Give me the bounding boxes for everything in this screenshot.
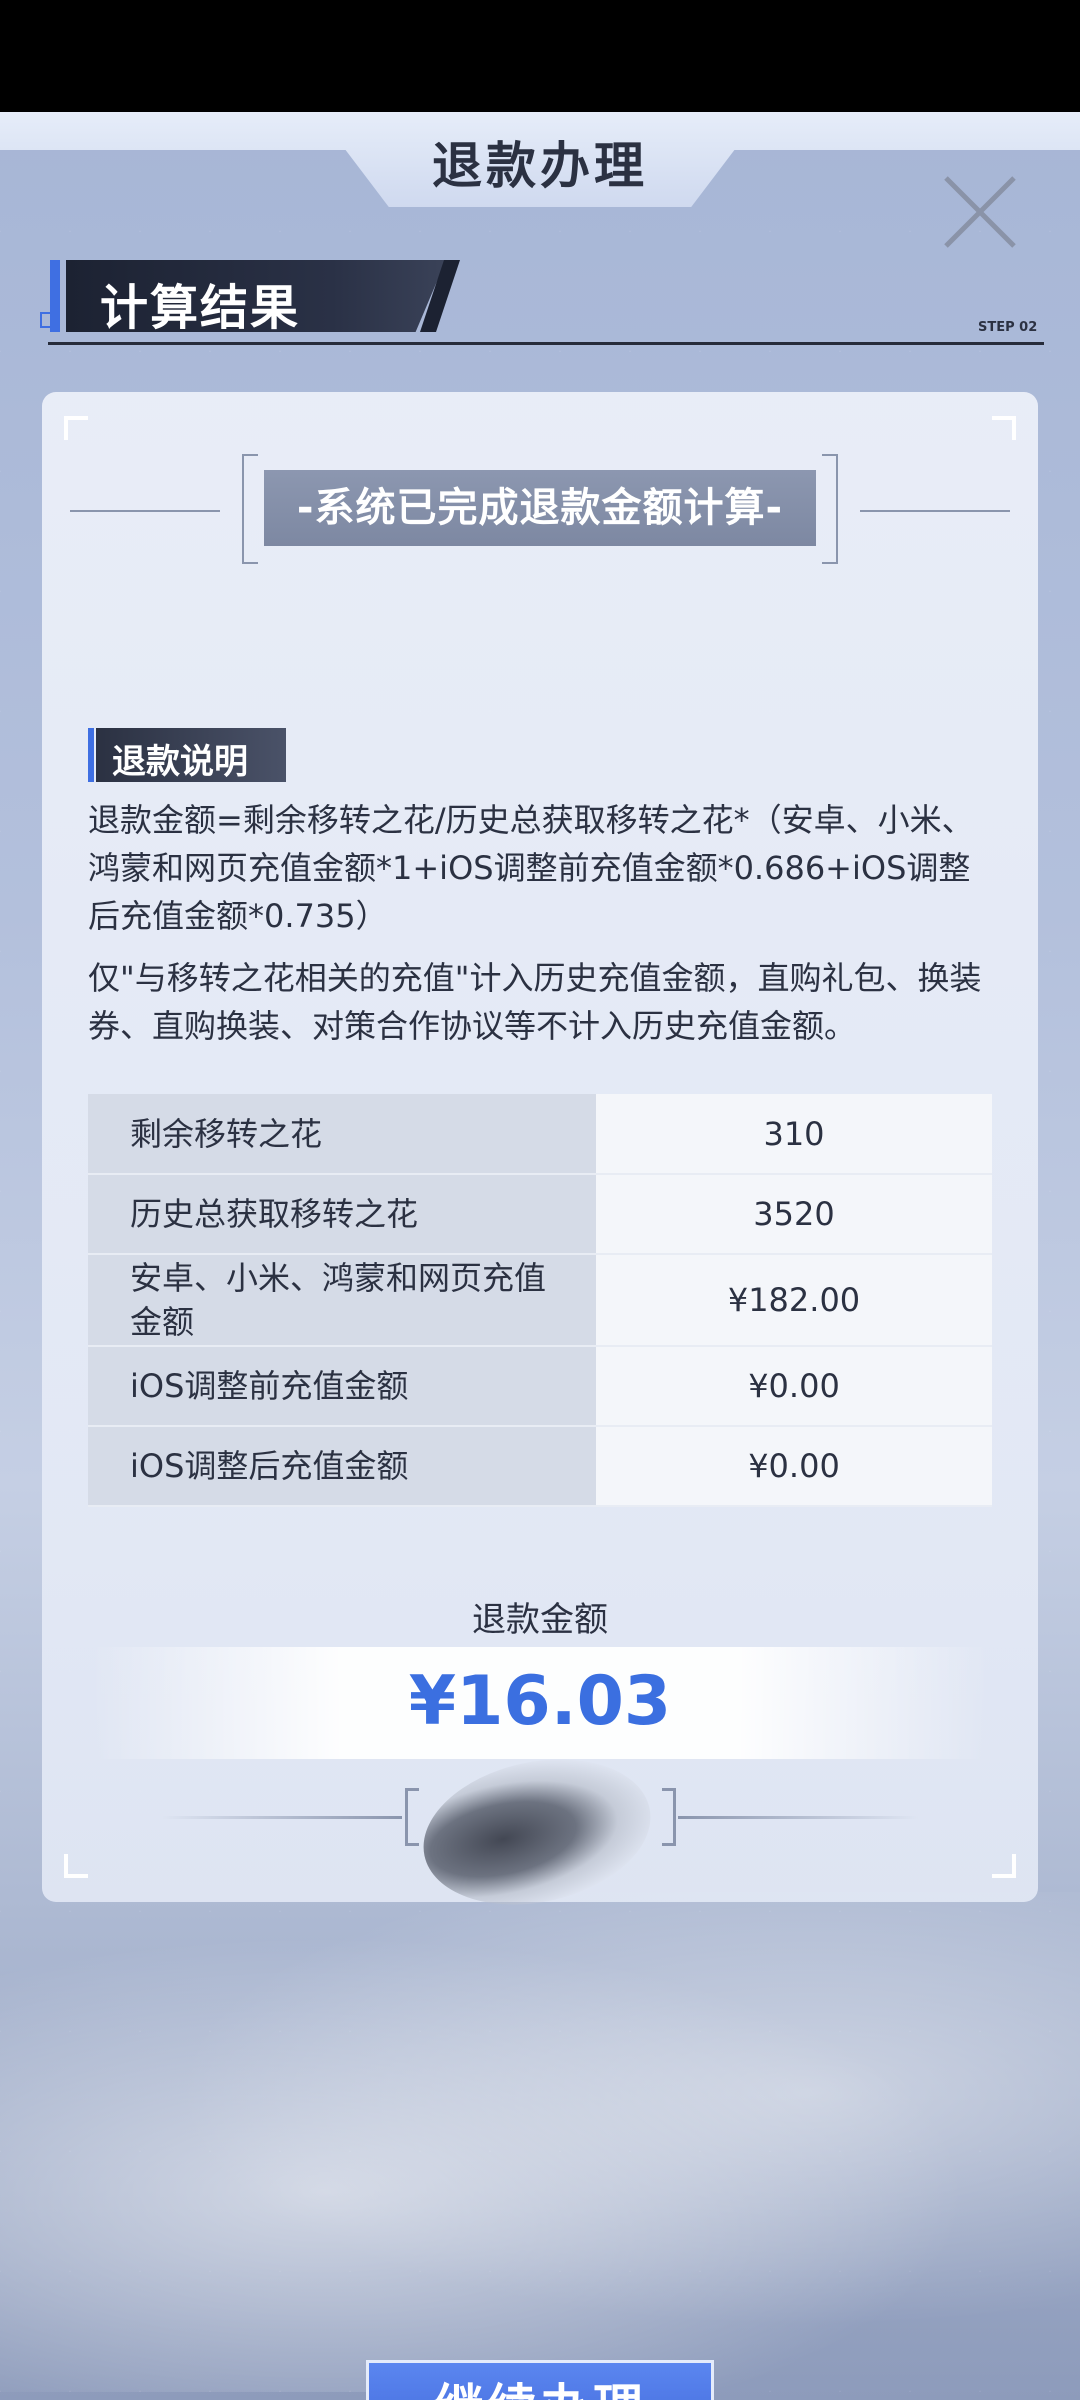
- row-label: 历史总获取移转之花: [88, 1174, 596, 1255]
- banner-bracket: [822, 454, 838, 564]
- step-label: STEP 02: [978, 320, 1038, 335]
- status-banner: -系统已完成退款金额计算-: [42, 454, 1038, 564]
- corner-decor: [992, 416, 1016, 440]
- table-row: iOS调整前充值金额 ¥0.00: [88, 1346, 992, 1427]
- result-card: -系统已完成退款金额计算- 退款说明 退款金额=剩余移转之花/历史总获取移转之花…: [42, 392, 1038, 1925]
- close-button[interactable]: [940, 172, 1020, 252]
- row-value: ¥0.00: [596, 1426, 992, 1507]
- app-screen: 退款办理 计算结果 STEP 02 -系统已完成退款金额计算- 退款说明 退款金…: [0, 112, 1080, 2400]
- bottom-bracket: [405, 1788, 419, 1846]
- page-title: 退款办理: [432, 137, 648, 195]
- banner-line: [860, 510, 1010, 512]
- continue-button[interactable]: 继续办理: [366, 2360, 714, 2400]
- row-value: ¥0.00: [596, 1346, 992, 1427]
- refund-formula-text: 退款金额=剩余移转之花/历史总获取移转之花*（安卓、小米、鸿蒙和网页充值金额*1…: [88, 801, 974, 935]
- corner-decor: [992, 1854, 1016, 1878]
- bottom-decor-line: [678, 1816, 918, 1819]
- background-clouds: [0, 1892, 1080, 2392]
- section-title: 计算结果: [100, 280, 301, 336]
- row-label: iOS调整后充值金额: [88, 1426, 596, 1507]
- ink-stamp-decor: [409, 1739, 665, 1925]
- corner-decor: [64, 416, 88, 440]
- section-divider: [48, 342, 1044, 345]
- section-square-decor: [40, 312, 56, 328]
- close-icon: [944, 176, 1016, 248]
- bottom-decor-line: [162, 1816, 402, 1819]
- explanation-accent-bar: [88, 728, 94, 782]
- table-row: 安卓、小米、鸿蒙和网页充值金额 ¥182.00: [88, 1254, 992, 1347]
- explanation-title: 退款说明: [112, 742, 248, 782]
- table-row: iOS调整后充值金额 ¥0.00: [88, 1426, 992, 1507]
- row-value: 3520: [596, 1174, 992, 1255]
- table-row: 剩余移转之花 310: [88, 1094, 992, 1175]
- explanation-heading: 退款说明: [88, 728, 288, 782]
- section-heading: 计算结果: [50, 260, 460, 336]
- refund-label: 退款金额: [472, 1600, 608, 1640]
- corner-decor: [64, 1854, 88, 1878]
- refund-note-text: 仅"与移转之花相关的充值"计入历史充值金额，直购礼包、换装券、直购换装、对策合作…: [88, 959, 982, 1045]
- row-value: 310: [596, 1094, 992, 1175]
- row-value: ¥182.00: [596, 1254, 992, 1347]
- row-label: 安卓、小米、鸿蒙和网页充值金额: [88, 1254, 596, 1347]
- row-label: iOS调整前充值金额: [88, 1346, 596, 1427]
- refund-amount: ¥16.03: [408, 1662, 672, 1741]
- calc-table: 剩余移转之花 310 历史总获取移转之花 3520 安卓、小米、鸿蒙和网页充值金…: [88, 1094, 992, 1507]
- row-label: 剩余移转之花: [88, 1094, 596, 1175]
- banner-line: [70, 510, 220, 512]
- banner-bracket: [242, 454, 258, 564]
- bottom-bracket: [662, 1788, 676, 1846]
- status-text: -系统已完成退款金额计算-: [264, 470, 816, 546]
- table-row: 历史总获取移转之花 3520: [88, 1174, 992, 1255]
